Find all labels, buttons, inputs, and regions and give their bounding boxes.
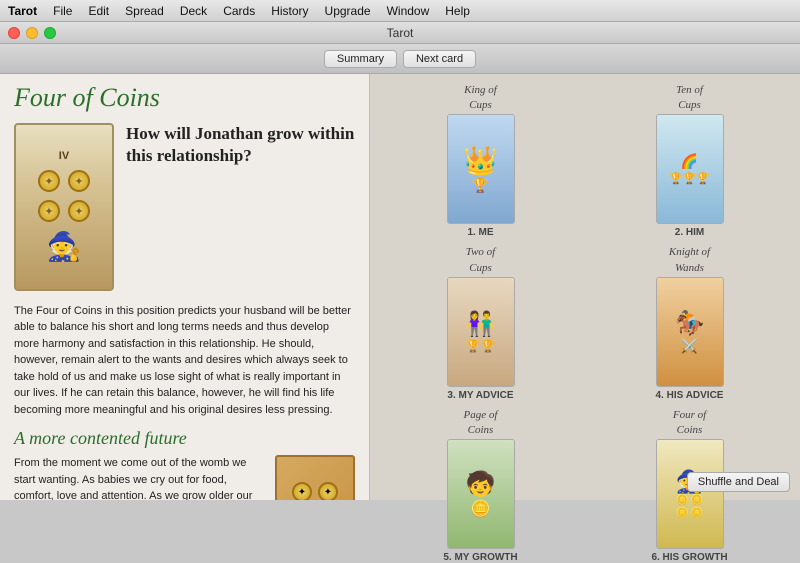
coin-3: ✦ (38, 200, 60, 222)
menu-cards[interactable]: Cards (223, 4, 255, 18)
card-face-2: 🌈 🏆🏆🏆 (657, 115, 723, 223)
card-roman-numeral: IV (59, 150, 69, 162)
card-name-5-line1: Page of (464, 409, 498, 422)
menu-window[interactable]: Window (387, 4, 430, 18)
shuffle-deal-button[interactable]: Shuffle and Deal (687, 472, 790, 492)
card-face-6: 🧙 🪙🪙 🪙🪙 (657, 440, 723, 548)
close-button[interactable] (8, 27, 20, 39)
section2-title: A more contented future (14, 428, 355, 449)
card-name-1-line2: Cups (469, 99, 492, 112)
card-name-6-line2: Coins (677, 424, 703, 437)
tarot-card-4[interactable]: 🏇 ⚔️ (656, 277, 724, 387)
card-wand-icon: ⚔️ (681, 338, 698, 355)
position-label-2: 2. HIM (675, 227, 704, 238)
card-face-1: 👑 🏆 (448, 115, 514, 223)
left-panel: Four of Coins IV ✦ ✦ ✦ ✦ 🧙 How will Jona… (0, 74, 370, 500)
right-panel: King of Cups 👑 🏆 1. ME Ten of Cups 🌈 🏆🏆🏆… (370, 74, 800, 500)
main-content: Four of Coins IV ✦ ✦ ✦ ✦ 🧙 How will Jona… (0, 74, 800, 500)
position-label-3: 3. MY ADVICE (447, 390, 513, 401)
tarot-card-2[interactable]: 🌈 🏆🏆🏆 (656, 114, 724, 224)
body-text-2: From the moment we come out of the womb … (14, 455, 265, 500)
toolbar: Summary Next card (0, 44, 800, 74)
card-figure-3: 👫 (466, 310, 496, 339)
menu-help[interactable]: Help (445, 4, 470, 18)
menu-history[interactable]: History (271, 4, 308, 18)
spread-cell-3: Two of Cups 👫 🏆🏆 3. MY ADVICE (380, 246, 581, 400)
card-name-5-line2: Coins (468, 424, 494, 437)
coin-1: ✦ (38, 170, 60, 192)
body-text-1: The Four of Coins in this position predi… (14, 303, 355, 419)
tarot-card-6[interactable]: 🧙 🪙🪙 🪙🪙 (656, 439, 724, 549)
card-name-2-line2: Cups (678, 99, 701, 112)
position-label-5: 5. MY GROWTH (443, 552, 517, 563)
coin-4: ✦ (68, 200, 90, 222)
menu-upgrade[interactable]: Upgrade (325, 4, 371, 18)
figure-icon: 🧙 (47, 230, 82, 263)
coin-2: ✦ (68, 170, 90, 192)
minimize-button[interactable] (26, 27, 38, 39)
coin-symbols: ✦ ✦ ✦ ✦ (38, 170, 90, 222)
card-figure-5: 🧒 (466, 470, 496, 499)
position-label-6: 6. HIS GROWTH (651, 552, 727, 563)
card-name-3-line1: Two of (466, 246, 495, 259)
window-controls[interactable] (8, 27, 56, 39)
spread-cell-4: Knight of Wands 🏇 ⚔️ 4. HIS ADVICE (589, 246, 790, 400)
main-card-image: IV ✦ ✦ ✦ ✦ 🧙 (14, 123, 114, 291)
card-cups-row: 🏆🏆🏆 (669, 172, 710, 185)
card-name-1-line1: King of (464, 84, 497, 97)
card-arch-icon: 🌈 (681, 153, 698, 170)
card-suit-1: 🏆 (472, 177, 489, 194)
card-name-4-line1: Knight of (669, 246, 710, 259)
card-face-3: 👫 🏆🏆 (448, 278, 514, 386)
window-title: Tarot (387, 26, 414, 40)
card-coins-6: 🪙🪙 🪙🪙 (676, 495, 703, 519)
decorative-card: ✦ ✦ ✦ ✦ (275, 455, 355, 500)
card-figure-1: 👑 (463, 144, 498, 177)
menu-file[interactable]: File (53, 4, 72, 18)
menu-deck[interactable]: Deck (180, 4, 207, 18)
app-name: Tarot (8, 4, 37, 18)
tarot-card-3[interactable]: 👫 🏆🏆 (447, 277, 515, 387)
tarot-card-5[interactable]: 🧒 🪙 (447, 439, 515, 549)
card-symbol-3: 🏆🏆 (466, 339, 496, 353)
card-face-4: 🏇 ⚔️ (657, 278, 723, 386)
next-card-button[interactable]: Next card (403, 50, 476, 68)
spread-cell-5: Page of Coins 🧒 🪙 5. MY GROWTH (380, 409, 581, 563)
menu-spread[interactable]: Spread (125, 4, 164, 18)
title-bar: Tarot (0, 22, 800, 44)
card-coin-5: 🪙 (471, 499, 491, 519)
bottom-section: From the moment we come out of the womb … (14, 455, 355, 500)
menu-edit[interactable]: Edit (88, 4, 109, 18)
card-name-6-line1: Four of (673, 409, 706, 422)
summary-button[interactable]: Summary (324, 50, 397, 68)
position-label-4: 4. HIS ADVICE (656, 390, 724, 401)
card-title: Four of Coins (14, 84, 355, 113)
menu-bar: Tarot File Edit Spread Deck Cards Histor… (0, 0, 800, 22)
card-face-5: 🧒 🪙 (448, 440, 514, 548)
position-label-1: 1. ME (467, 227, 493, 238)
question-section: How will Jonathan grow within this relat… (126, 123, 355, 291)
card-name-4-line2: Wands (675, 262, 704, 275)
spread-cell-2: Ten of Cups 🌈 🏆🏆🏆 2. HIM (589, 84, 790, 238)
card-name-3-line2: Cups (469, 262, 492, 275)
card-name-2-line1: Ten of (676, 84, 703, 97)
tarot-card-1[interactable]: 👑 🏆 (447, 114, 515, 224)
card-figure-4: 🏇 (675, 309, 705, 338)
question-heading: How will Jonathan grow within this relat… (126, 123, 355, 167)
spread-cell-1: King of Cups 👑 🏆 1. ME (380, 84, 581, 238)
maximize-button[interactable] (44, 27, 56, 39)
top-section: IV ✦ ✦ ✦ ✦ 🧙 How will Jonathan grow with… (14, 123, 355, 291)
